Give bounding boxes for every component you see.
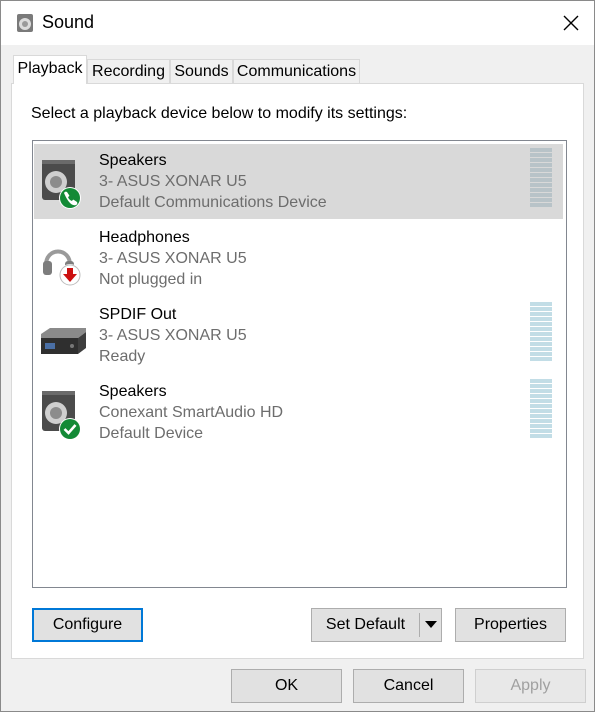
speaker-icon	[17, 14, 33, 32]
headphones-unplugged-icon	[43, 249, 81, 286]
ok-button[interactable]: OK	[231, 669, 342, 703]
volume-meter	[530, 379, 552, 439]
device-status: Default Communications Device	[99, 194, 327, 211]
speaker-phone-icon	[42, 160, 81, 209]
device-hardware: 3- ASUS XONAR U5	[99, 173, 247, 190]
chevron-down-icon	[424, 621, 437, 628]
device-item-speakers-xonar[interactable]: Speakers 3- ASUS XONAR U5 Default Commun…	[34, 144, 563, 219]
device-status: Default Device	[99, 425, 204, 442]
tab-recording[interactable]: Recording	[87, 59, 170, 83]
volume-meter	[530, 302, 552, 362]
speaker-default-icon	[42, 391, 81, 440]
device-hardware: 3- ASUS XONAR U5	[99, 327, 247, 344]
device-hardware: Conexant SmartAudio HD	[99, 404, 284, 421]
sound-dialog: Sound Playback Recording Sounds Communic…	[0, 0, 595, 712]
tab-playback[interactable]: Playback	[13, 55, 87, 84]
device-list[interactable]: Speakers 3- ASUS XONAR U5 Default Commun…	[32, 140, 567, 588]
set-default-split-button: Set Default	[311, 608, 442, 642]
volume-meter	[530, 148, 552, 208]
close-button[interactable]	[548, 1, 594, 45]
configure-button[interactable]: Configure	[32, 608, 143, 642]
instructions-text: Select a playback device below to modify…	[31, 105, 408, 122]
device-status: Ready	[99, 348, 146, 365]
device-name: Speakers	[99, 152, 167, 169]
tab-sounds[interactable]: Sounds	[170, 59, 233, 83]
properties-button[interactable]: Properties	[455, 608, 566, 642]
set-default-button[interactable]: Set Default	[312, 609, 419, 641]
device-item-headphones[interactable]: Headphones 3- ASUS XONAR U5 Not plugged …	[34, 221, 563, 296]
device-name: SPDIF Out	[99, 306, 177, 323]
device-item-spdif-out[interactable]: SPDIF Out 3- ASUS XONAR U5 Ready	[34, 298, 563, 373]
set-default-dropdown[interactable]	[420, 609, 441, 641]
title-bar[interactable]: Sound	[1, 1, 594, 45]
device-name: Speakers	[99, 383, 167, 400]
cancel-button[interactable]: Cancel	[353, 669, 464, 703]
device-name: Headphones	[99, 229, 190, 246]
spdif-device-icon	[41, 328, 86, 354]
close-icon	[563, 15, 579, 31]
tab-communications[interactable]: Communications	[233, 59, 360, 83]
device-hardware: 3- ASUS XONAR U5	[99, 250, 247, 267]
device-status: Not plugged in	[99, 271, 203, 288]
playback-panel: Select a playback device below to modify…	[11, 83, 584, 659]
window-title: Sound	[42, 12, 95, 32]
apply-button[interactable]: Apply	[475, 669, 586, 703]
device-item-speakers-conexant[interactable]: Speakers Conexant SmartAudio HD Default …	[34, 375, 563, 450]
